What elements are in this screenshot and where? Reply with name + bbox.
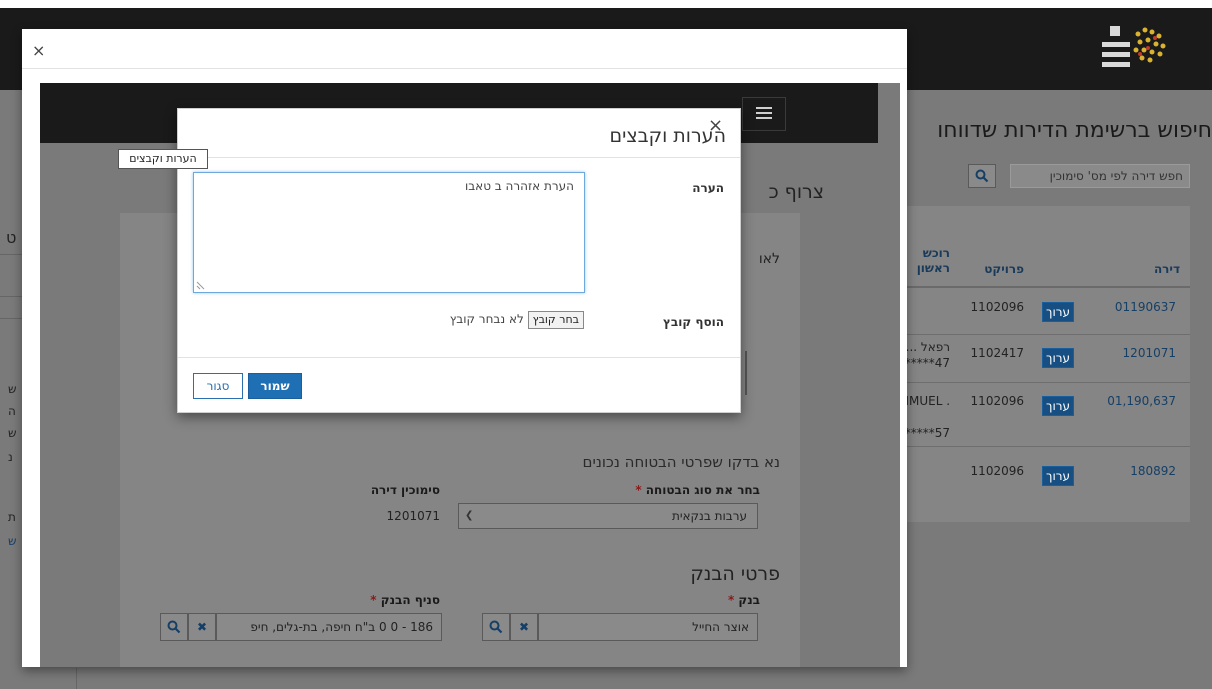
- col-header-apartment: דירה: [1153, 262, 1180, 276]
- buyer-cell: HMUEL ...: [900, 394, 950, 408]
- left-divider: [0, 254, 24, 255]
- bank-label-text: בנק: [738, 593, 760, 607]
- left-fragment: ה: [8, 404, 16, 418]
- left-fragment: ט: [6, 228, 17, 247]
- branch-search-button[interactable]: [160, 613, 188, 641]
- buyer-cell: רפאל ...: [905, 340, 950, 354]
- project-cell: 1102096: [970, 394, 1024, 408]
- tooltip: הערות וקבצים: [118, 149, 208, 169]
- search-title: חיפוש ברשימת הדירות שדווחו: [937, 118, 1212, 143]
- left-fragment: ש: [8, 534, 17, 548]
- buyer-id-cell: *****57: [904, 426, 950, 440]
- notes-modal-header-divider: [178, 157, 740, 158]
- search-icon: [975, 169, 989, 183]
- close-button[interactable]: סגור: [193, 373, 243, 399]
- apartment-link[interactable]: 01,190,637: [1088, 394, 1176, 408]
- col-header-buyer: רוכש ראשון: [916, 246, 950, 275]
- results-card: דירה פרויקט רוכש ראשון 01190637 ערוך 110…: [900, 206, 1190, 522]
- edit-button[interactable]: ערוך: [1042, 396, 1074, 416]
- apartment-link[interactable]: 1201071: [1098, 346, 1176, 360]
- project-cell: 1102096: [970, 464, 1024, 478]
- left-fragment: ת: [8, 510, 16, 524]
- chevron-down-icon: ❯: [465, 510, 474, 521]
- notes-modal-close-button[interactable]: ×: [708, 115, 723, 136]
- form-title-fragment: צרוף כ: [768, 181, 824, 203]
- branch-input[interactable]: 186 - 0 0 ב"ח חיפה, בת-גלים, חיפ: [216, 613, 442, 641]
- left-divider: [0, 318, 24, 319]
- note-label: הערה: [692, 181, 724, 195]
- search-button[interactable]: [968, 164, 996, 188]
- file-chooser: בחר קובץ לא נבחר קובץ: [408, 311, 584, 331]
- search-placeholder: חפש דירה לפי מס' סימוכין: [1049, 169, 1183, 183]
- bottom-divider: [76, 668, 77, 689]
- branch-label-text: סניף הבנק: [380, 593, 440, 607]
- resize-handle-icon: [196, 281, 205, 290]
- form-field-border: [745, 351, 747, 395]
- note-value: הערת אזהרה ב טאבו: [464, 179, 574, 193]
- outer-modal-close-button[interactable]: ×: [32, 41, 45, 60]
- top-bar-gap: [0, 0, 1212, 8]
- search-icon: [167, 620, 181, 634]
- insurance-type-label: בחר את סוג הבטוחה *: [530, 483, 760, 497]
- save-button[interactable]: שמור: [248, 373, 302, 399]
- required-marker: *: [370, 593, 377, 607]
- bank-value: אוצר החייל: [692, 620, 749, 634]
- table-row: 1201071 ערוך 1102417 רפאל ... *****47: [900, 334, 1190, 383]
- insurance-type-label-text: בחר את סוג הבטוחה: [645, 483, 760, 497]
- left-divider: [0, 296, 24, 297]
- ref-label: סימוכין דירה: [370, 483, 440, 497]
- ref-value: 1201071: [386, 509, 440, 523]
- insurance-type-select[interactable]: ערבות בנקאית ❯: [458, 503, 758, 529]
- insurance-note: נא בדקו שפרטי הבטוחה נכונים: [582, 453, 780, 471]
- hamburger-icon: [756, 107, 772, 119]
- bank-input[interactable]: אוצר החייל: [538, 613, 758, 641]
- bank-search-button[interactable]: [482, 613, 510, 641]
- edit-button[interactable]: ערוך: [1042, 348, 1074, 368]
- insurance-type-value: ערבות בנקאית: [671, 509, 747, 523]
- choose-file-button[interactable]: בחר קובץ: [527, 311, 584, 329]
- bank-clear-button[interactable]: ✖: [510, 613, 538, 641]
- lav-fragment: לאו: [758, 251, 780, 267]
- project-cell: 1102096: [970, 300, 1024, 314]
- required-marker: *: [635, 483, 642, 497]
- ministry-logo: [1090, 20, 1170, 76]
- file-label: הוסף קובץ: [662, 315, 724, 329]
- apartment-link[interactable]: 180892: [1098, 464, 1176, 478]
- project-cell: 1102417: [970, 346, 1024, 360]
- col-header-project: פרויקט: [984, 262, 1024, 276]
- apartment-link[interactable]: 01190637: [1098, 300, 1176, 314]
- notes-modal-footer-divider: [178, 357, 740, 358]
- search-input[interactable]: חפש דירה לפי מס' סימוכין: [1010, 164, 1190, 188]
- branch-value: 186 - 0 0 ב"ח חיפה, בת-גלים, חיפ: [250, 620, 433, 634]
- table-row: 01190637 ערוך 1102096: [900, 288, 1190, 335]
- search-icon: [489, 620, 503, 634]
- bank-section-title: פרטי הבנק: [690, 563, 780, 585]
- file-status: לא נבחר קובץ: [449, 312, 524, 326]
- edit-button[interactable]: ערוך: [1042, 466, 1074, 486]
- hamburger-menu-button[interactable]: [742, 97, 786, 131]
- branch-clear-button[interactable]: ✖: [188, 613, 216, 641]
- left-fragment: ש: [8, 382, 17, 396]
- note-textarea[interactable]: הערת אזהרה ב טאבו: [193, 172, 585, 293]
- edit-button[interactable]: ערוך: [1042, 302, 1074, 322]
- required-marker: *: [727, 593, 735, 607]
- outer-modal-header-divider: [22, 68, 907, 69]
- left-fragment: ש: [8, 426, 17, 440]
- notes-modal: הערות וקבצים × הערה הערת אזהרה ב טאבו הו…: [177, 108, 741, 413]
- left-fragment: נ: [8, 450, 13, 464]
- bank-label: בנק *: [620, 593, 760, 607]
- table-row: 180892 ערוך 1102096: [900, 446, 1190, 492]
- notes-modal-title: הערות וקבצים: [609, 125, 726, 147]
- branch-label: סניף הבנק *: [270, 593, 440, 607]
- table-row: 01,190,637 ערוך 1102096 HMUEL ... *****5…: [900, 382, 1190, 447]
- buyer-id-cell: *****47: [904, 356, 950, 370]
